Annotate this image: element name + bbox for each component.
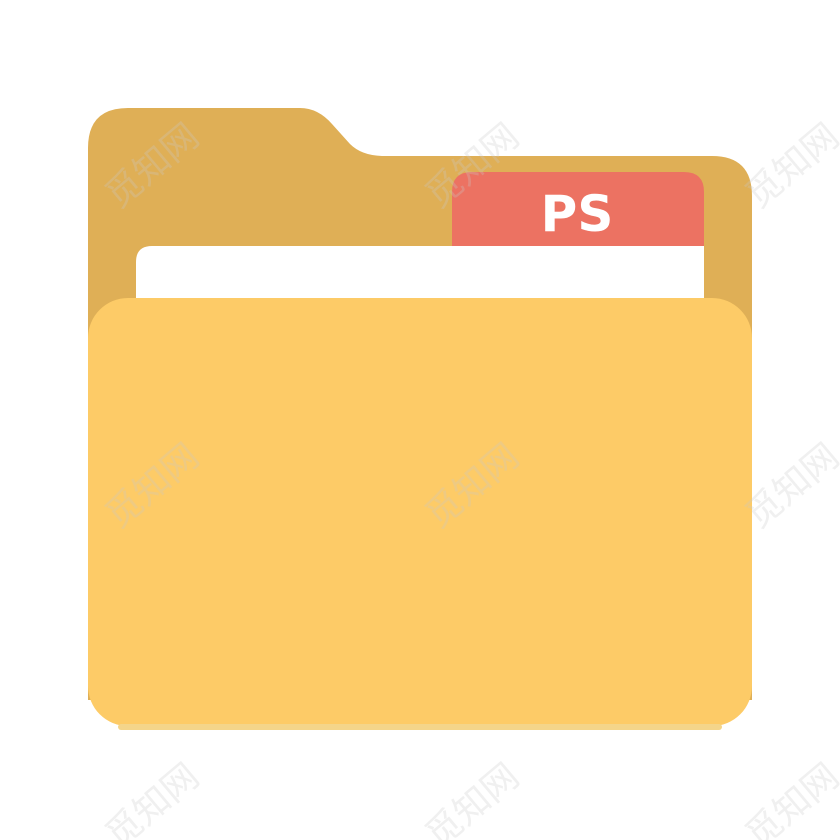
folder-front-shadow [118,724,722,730]
folder-front [88,298,752,726]
watermark-text: 觅知网 [738,116,840,217]
ps-badge-label: PS [541,185,614,243]
watermark-text: 觅知网 [738,436,840,537]
watermark-text: 觅知网 [738,756,840,840]
canvas: PS 觅知网 觅知网 觅知网 觅知网 觅知网 觅知网 觅知网 觅知网 觅知网 [0,0,840,840]
watermark-text: 觅知网 [418,756,527,840]
watermark-text: 觅知网 [98,756,207,840]
folder-icon: PS 觅知网 觅知网 觅知网 觅知网 觅知网 觅知网 觅知网 觅知网 觅知网 [88,108,840,840]
